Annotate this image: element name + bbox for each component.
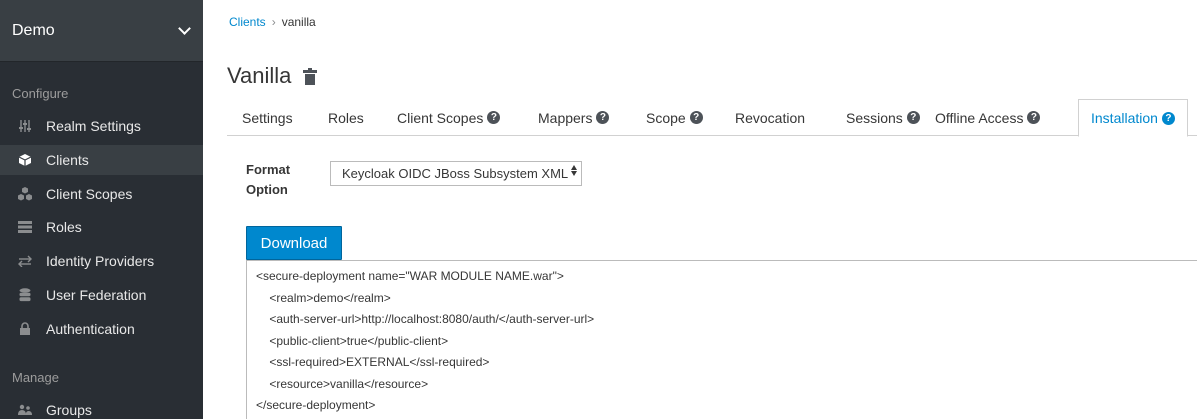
cubes-icon	[17, 186, 33, 202]
sidebar-item-label: Client Scopes	[46, 186, 133, 202]
sidebar-item-label: Identity Providers	[46, 253, 155, 269]
sidebar-item-groups[interactable]: Groups	[0, 395, 203, 419]
exchange-icon	[17, 253, 33, 269]
trash-icon[interactable]	[303, 67, 318, 85]
code-line: <auth-server-url>http://localhost:8080/a…	[256, 312, 595, 326]
sliders-icon	[17, 118, 33, 134]
database-icon	[17, 287, 33, 303]
tab-label: Revocation	[735, 109, 806, 126]
realm-selector[interactable]: Demo	[0, 0, 203, 62]
help-icon[interactable]: ?	[1027, 111, 1041, 124]
tab-sessions[interactable]: Sessions?	[846, 99, 920, 136]
tab-label: Roles	[328, 109, 364, 126]
format-option-label: Format Option	[246, 160, 290, 200]
breadcrumb-separator: ›	[271, 15, 276, 29]
sidebar-item-client-scopes[interactable]: Client Scopes	[0, 179, 203, 209]
tab-offline-access[interactable]: Offline Access?	[935, 99, 1041, 136]
breadcrumb-clients-link[interactable]: Clients	[229, 15, 266, 29]
sidebar-item-label: Groups	[46, 402, 92, 418]
format-option-value: Keycloak OIDC JBoss Subsystem XML	[342, 166, 569, 181]
realm-name: Demo	[12, 21, 55, 39]
tab-bar: Settings Roles Client Scopes? Mappers? S…	[227, 99, 1197, 137]
chevron-down-icon	[178, 22, 191, 35]
tab-settings[interactable]: Settings	[242, 99, 293, 136]
help-icon[interactable]: ?	[906, 111, 920, 124]
code-line: <realm>demo</realm>	[256, 290, 391, 305]
tab-label: Installation	[1091, 110, 1158, 126]
code-line: </secure-deployment>	[256, 398, 376, 412]
sidebar-item-roles[interactable]: Roles	[0, 212, 203, 242]
sidebar-item-label: Realm Settings	[46, 118, 141, 134]
format-label-line1: Format	[246, 162, 291, 177]
tab-label: Offline Access	[935, 109, 1024, 126]
tab-revocation[interactable]: Revocation	[735, 99, 805, 136]
sidebar-item-clients[interactable]: Clients	[0, 145, 203, 175]
section-title-manage: Manage	[12, 370, 59, 385]
caret-down-icon	[571, 171, 577, 176]
caret-up-icon	[571, 165, 577, 170]
help-icon[interactable]: ?	[487, 111, 501, 124]
code-line: <secure-deployment name="WAR MODULE NAME…	[256, 269, 564, 283]
tab-mappers[interactable]: Mappers?	[538, 99, 610, 136]
page-title-row: Vanilla	[227, 63, 318, 89]
users-icon	[17, 402, 33, 418]
page-title: Vanilla	[227, 63, 292, 88]
sidebar-item-label: Roles	[46, 219, 82, 235]
help-icon[interactable]: ?	[1161, 111, 1175, 125]
tab-label: Sessions	[846, 109, 903, 126]
tab-label: Settings	[242, 109, 293, 126]
format-option-select[interactable]: Keycloak OIDC JBoss Subsystem XML	[330, 161, 582, 186]
tab-label: Mappers	[538, 109, 593, 126]
main-content: Clients › vanilla Vanilla Settings Roles C…	[203, 0, 1197, 419]
sidebar-item-label: User Federation	[46, 287, 147, 303]
tab-label: Client Scopes	[397, 109, 484, 126]
installation-code-textarea[interactable]: <secure-deployment name="WAR MODULE NAME…	[246, 260, 1197, 419]
code-line: <public-client>true</public-client>	[256, 333, 449, 348]
help-icon[interactable]: ?	[689, 111, 703, 124]
sidebar-item-label: Clients	[46, 152, 89, 168]
lock-icon	[17, 321, 33, 337]
tab-client-scopes[interactable]: Client Scopes?	[397, 99, 501, 136]
tab-roles[interactable]: Roles	[328, 99, 364, 136]
sidebar: Demo Configure Realm Settings Clients Cl…	[0, 0, 203, 419]
code-line: <resource>vanilla</resource>	[256, 376, 429, 391]
sidebar-item-realm-settings[interactable]: Realm Settings	[0, 111, 203, 141]
section-title-configure: Configure	[12, 86, 69, 101]
help-icon[interactable]: ?	[596, 111, 610, 124]
cube-icon	[17, 152, 33, 168]
sidebar-item-label: Authentication	[46, 321, 135, 337]
format-label-line2: Option	[246, 182, 288, 197]
tab-installation[interactable]: Installation?	[1078, 99, 1188, 137]
tab-label: Scope	[646, 109, 686, 126]
breadcrumb-current: vanilla	[281, 15, 316, 29]
code-line: <ssl-required>EXTERNAL</ssl-required>	[256, 355, 490, 369]
sidebar-item-authentication[interactable]: Authentication	[0, 314, 203, 344]
download-button[interactable]: Download	[246, 226, 342, 260]
list-icon	[17, 219, 33, 235]
tab-scope[interactable]: Scope?	[646, 99, 703, 136]
sidebar-item-user-federation[interactable]: User Federation	[0, 280, 203, 310]
sidebar-item-identity-providers[interactable]: Identity Providers	[0, 246, 203, 276]
breadcrumb: Clients › vanilla	[229, 15, 316, 29]
